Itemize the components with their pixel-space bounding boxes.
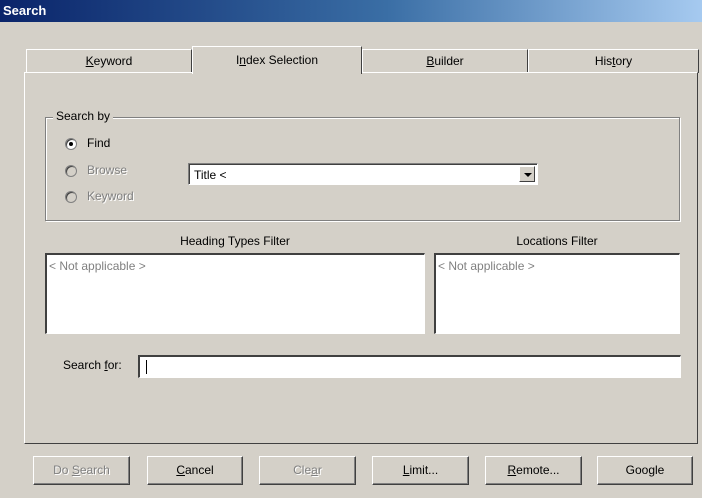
radio-find[interactable]	[65, 138, 77, 150]
tab-index-selection[interactable]: Index Selection	[192, 46, 362, 74]
locations-filter-label: Locations Filter	[516, 234, 598, 248]
radio-selected-dot	[69, 142, 73, 146]
index-select-value: Title <	[194, 168, 227, 182]
tab-history[interactable]: History	[528, 49, 699, 73]
search-for-label: Search for:	[63, 358, 122, 372]
index-select[interactable]: Title <	[188, 163, 538, 185]
limit-button[interactable]: Limit...	[372, 456, 469, 485]
cancel-button[interactable]: Cancel	[147, 456, 243, 485]
radio-browse-label: Browse	[87, 163, 128, 177]
radio-keyword[interactable]	[65, 191, 77, 203]
search-for-input[interactable]	[138, 355, 681, 378]
list-item: < Not applicable >	[438, 259, 535, 273]
locations-filter-list[interactable]: < Not applicable >	[434, 253, 680, 334]
clear-button[interactable]: Clear	[259, 456, 356, 485]
list-item: < Not applicable >	[49, 259, 146, 273]
radio-find-label[interactable]: Find	[87, 136, 110, 150]
heading-types-filter-label: Heading Types Filter	[180, 234, 290, 248]
tab-strip: Keyword Index Selection Builder History	[26, 46, 699, 74]
google-button[interactable]: Google	[597, 456, 693, 485]
tab-builder[interactable]: Builder	[362, 49, 528, 73]
title-bar: Search	[0, 0, 702, 22]
window-title: Search	[3, 3, 47, 18]
chevron-down-icon[interactable]	[519, 166, 535, 182]
do-search-button[interactable]: Do Search	[33, 456, 130, 485]
heading-types-filter-list[interactable]: < Not applicable >	[45, 253, 425, 334]
radio-keyword-label: Keyword	[87, 189, 134, 203]
radio-browse[interactable]	[65, 165, 77, 177]
remote-button[interactable]: Remote...	[485, 456, 582, 485]
text-caret	[146, 360, 147, 374]
search-by-legend: Search by	[53, 109, 114, 123]
tab-keyword[interactable]: Keyword	[26, 49, 192, 73]
